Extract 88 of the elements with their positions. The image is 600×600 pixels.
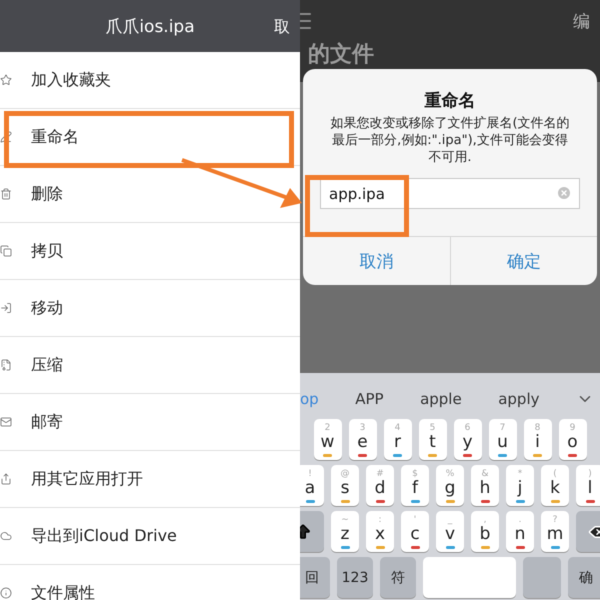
key-hint: @ (340, 468, 350, 478)
key[interactable]: ) l (576, 465, 600, 506)
name-field[interactable]: app.ipa (320, 178, 580, 209)
key-hint: $ (412, 468, 418, 478)
key[interactable]: % g (436, 465, 464, 506)
key-hint: 4 (394, 422, 400, 432)
key[interactable]: , b (471, 511, 499, 552)
key-letter: y (462, 432, 473, 452)
key[interactable]: 3 e (348, 419, 376, 460)
key-letter: r (394, 432, 401, 452)
key-letter: w (320, 432, 334, 452)
key[interactable]: 4 r (384, 419, 412, 460)
key[interactable]: @ s (331, 465, 359, 506)
cancel-link[interactable]: 取 (274, 17, 290, 38)
key-letter: l (588, 478, 592, 498)
key-hint: ' (414, 514, 416, 524)
key-letter: e (357, 432, 368, 452)
key[interactable]: $ f (401, 465, 429, 506)
key-hint: , (484, 514, 486, 524)
key[interactable]: ' c (401, 511, 429, 552)
key-hint: ( (553, 468, 557, 478)
key[interactable]: 9 o (558, 419, 586, 460)
edit-link[interactable]: 编 (573, 10, 600, 32)
suggestion[interactable]: apple (420, 390, 462, 408)
key-letter: b (480, 524, 490, 544)
key[interactable]: # d (366, 465, 394, 506)
key-hint: 3 (360, 422, 366, 432)
key-hint: 9 (570, 422, 576, 432)
key-hint: ! (308, 468, 312, 478)
key[interactable]: 8 i (524, 419, 552, 460)
key-hint: 5 (430, 422, 436, 432)
key-letter: v (444, 524, 456, 544)
key-letter: t (429, 432, 436, 452)
key-hint: ) (588, 468, 592, 478)
key-hint: : (378, 514, 382, 524)
page-title: 的文件 (308, 42, 374, 67)
key[interactable]: : x (366, 511, 394, 552)
key-letter: f (412, 478, 418, 498)
key[interactable]: ! a (300, 465, 324, 506)
key-letter: u (497, 432, 508, 452)
nav-title: 爪爪ios.ipa (105, 16, 195, 38)
key-letter: i (535, 432, 540, 452)
key[interactable]: 5 t (418, 419, 446, 460)
key[interactable]: 123 (337, 557, 373, 598)
dialog-message: 如果您改变或移除了文件扩展名(文件名的最后一部分,例如:".ipa"),文件可能会变得不可用. (329, 115, 571, 166)
key-hint: 7 (500, 422, 506, 432)
key-letter: z (340, 524, 350, 544)
key-hint: 2 (324, 422, 330, 432)
key[interactable]: 6 y (454, 419, 482, 460)
key-letter: g (444, 478, 456, 498)
key-letter: j (518, 478, 522, 498)
key-letter: x (374, 524, 386, 544)
key-letter: a (304, 478, 316, 498)
key-letter: s (340, 478, 350, 498)
dialog-button[interactable]: 取消 (303, 237, 450, 285)
key[interactable]: 符 (380, 557, 416, 598)
key-hint: 8 (534, 422, 540, 432)
key-hint: ? (552, 514, 558, 524)
key-hint: 6 (464, 422, 470, 432)
key-hint: ~ (341, 514, 349, 524)
key-letter: d (374, 478, 386, 498)
key-hint: # (376, 468, 384, 478)
key[interactable]: _ v (436, 511, 464, 552)
dialog-button[interactable]: 确定 (450, 237, 597, 285)
key[interactable]: 确 (568, 557, 600, 598)
key[interactable]: & h (471, 465, 499, 506)
key[interactable]: * j (506, 465, 534, 506)
key-hint: % (446, 468, 454, 478)
key-hint: _ (448, 514, 452, 524)
key-hint: * (518, 468, 522, 478)
key[interactable]: ? m (541, 511, 569, 552)
key-letter: n (514, 524, 526, 544)
key[interactable]: 7 u (488, 419, 516, 460)
key-hint: & (481, 468, 489, 478)
key[interactable]: . n (506, 511, 534, 552)
key-letter: o (567, 432, 578, 452)
suggestion[interactable]: apply (498, 390, 540, 408)
key[interactable]: 2 w (314, 419, 342, 460)
key-letter: h (480, 478, 490, 498)
key-letter: c (410, 524, 420, 544)
key[interactable]: ~ z (331, 511, 359, 552)
key-letter: m (546, 524, 564, 544)
key-hint: . (518, 514, 522, 524)
suggestion[interactable]: APP (355, 390, 384, 408)
key-letter: k (550, 478, 560, 498)
key[interactable]: ( k (541, 465, 569, 506)
dialog-title: 重命名 (424, 90, 476, 112)
key[interactable]: 回 (300, 557, 330, 598)
